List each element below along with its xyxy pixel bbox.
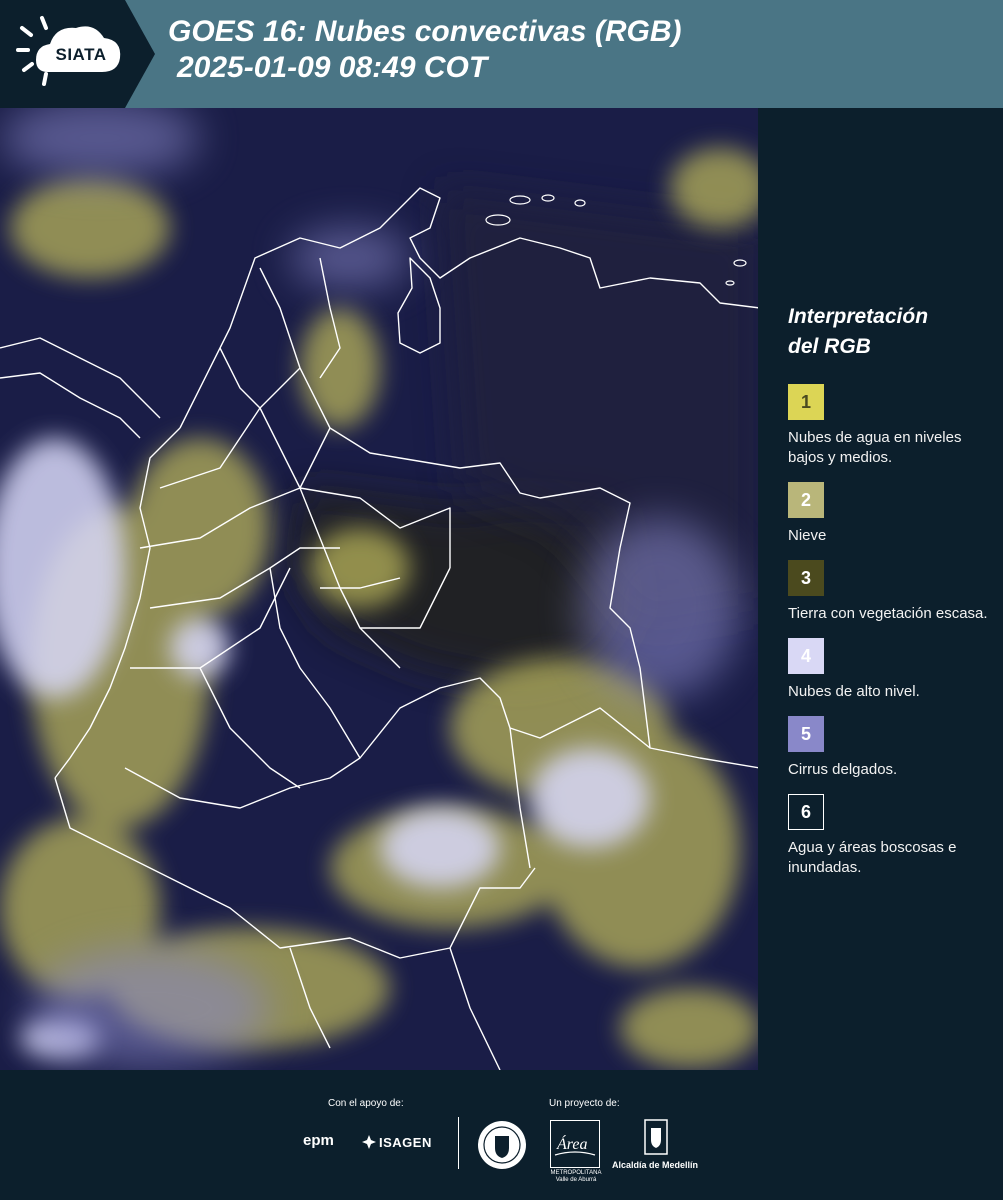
page: SIATA GOES 16: Nubes convectivas (RGB) 2…	[0, 0, 1003, 1200]
legend-items: 1 Nubes de agua en niveles bajos y medios…	[788, 384, 993, 878]
legend-swatch: 2	[788, 482, 824, 518]
legend-item: 6 Agua y áreas boscosas e inundadas.	[788, 794, 993, 878]
siata-brand-text: SIATA	[55, 45, 107, 64]
legend-label: Nubes de alto nivel.	[788, 683, 920, 700]
legend-swatch: 3	[788, 560, 824, 596]
area-caption: METROPOLITANA Valle de Aburrá	[550, 1170, 602, 1183]
area-logo-text: Área	[556, 1134, 588, 1153]
legend-title: Interpretación del RGB	[788, 302, 993, 362]
legend-swatch: 5	[788, 716, 824, 752]
legend-swatch: 4	[788, 638, 824, 674]
legend-title-line2: del RGB	[788, 335, 871, 358]
isagen-logo[interactable]: ISAGEN	[379, 1135, 432, 1150]
legend-label: Agua y áreas boscosas e inundadas.	[788, 839, 957, 876]
legend-label: Cirrus delgados.	[788, 761, 898, 778]
area-metropolitana-logo[interactable]: Área	[550, 1120, 600, 1168]
support-caption: Con el apoyo de:	[328, 1098, 404, 1109]
area-logo-mark-icon: Área	[554, 1134, 596, 1156]
satellite-map[interactable]	[0, 108, 760, 1070]
rgb-legend: Interpretación del RGB 1 Nubes de agua en…	[788, 302, 993, 892]
legend-title-line1: Interpretación	[788, 305, 929, 328]
page-title: GOES 16: Nubes convectivas (RGB) 2025-01…	[168, 14, 682, 86]
alcaldia-text: Alcaldía de Medellín	[612, 1160, 699, 1170]
legend-label: Nubes de agua en niveles bajos y medios.	[788, 429, 962, 466]
title-product: GOES 16: Nubes convectivas (RGB)	[168, 15, 682, 48]
footer: Con el apoyo de: Un proyecto de: epm ISA…	[0, 1070, 1003, 1200]
title-timestamp: 2025-01-09 08:49 COT	[177, 51, 488, 84]
alcaldia-shield-icon[interactable]	[643, 1118, 669, 1156]
legend-label: Nieve	[788, 527, 827, 544]
epm-logo[interactable]: epm	[303, 1132, 334, 1149]
medellin-seal-icon[interactable]	[477, 1120, 527, 1170]
siata-logo[interactable]: SIATA	[0, 0, 155, 108]
isagen-mark-icon	[362, 1135, 376, 1149]
legend-swatch: 1	[788, 384, 824, 420]
legend-item: 3 Tierra con vegetación escasa.	[788, 560, 993, 624]
footer-divider	[458, 1117, 459, 1169]
legend-item: 1 Nubes de agua en niveles bajos y medios…	[788, 384, 993, 468]
legend-label: Tierra con vegetación escasa.	[788, 605, 988, 622]
project-caption: Un proyecto de:	[549, 1098, 620, 1109]
legend-item: 5 Cirrus delgados.	[788, 716, 993, 780]
legend-swatch: 6	[788, 794, 824, 830]
satellite-image	[0, 108, 758, 1070]
legend-item: 4 Nubes de alto nivel.	[788, 638, 993, 702]
legend-item: 2 Nieve	[788, 482, 993, 546]
